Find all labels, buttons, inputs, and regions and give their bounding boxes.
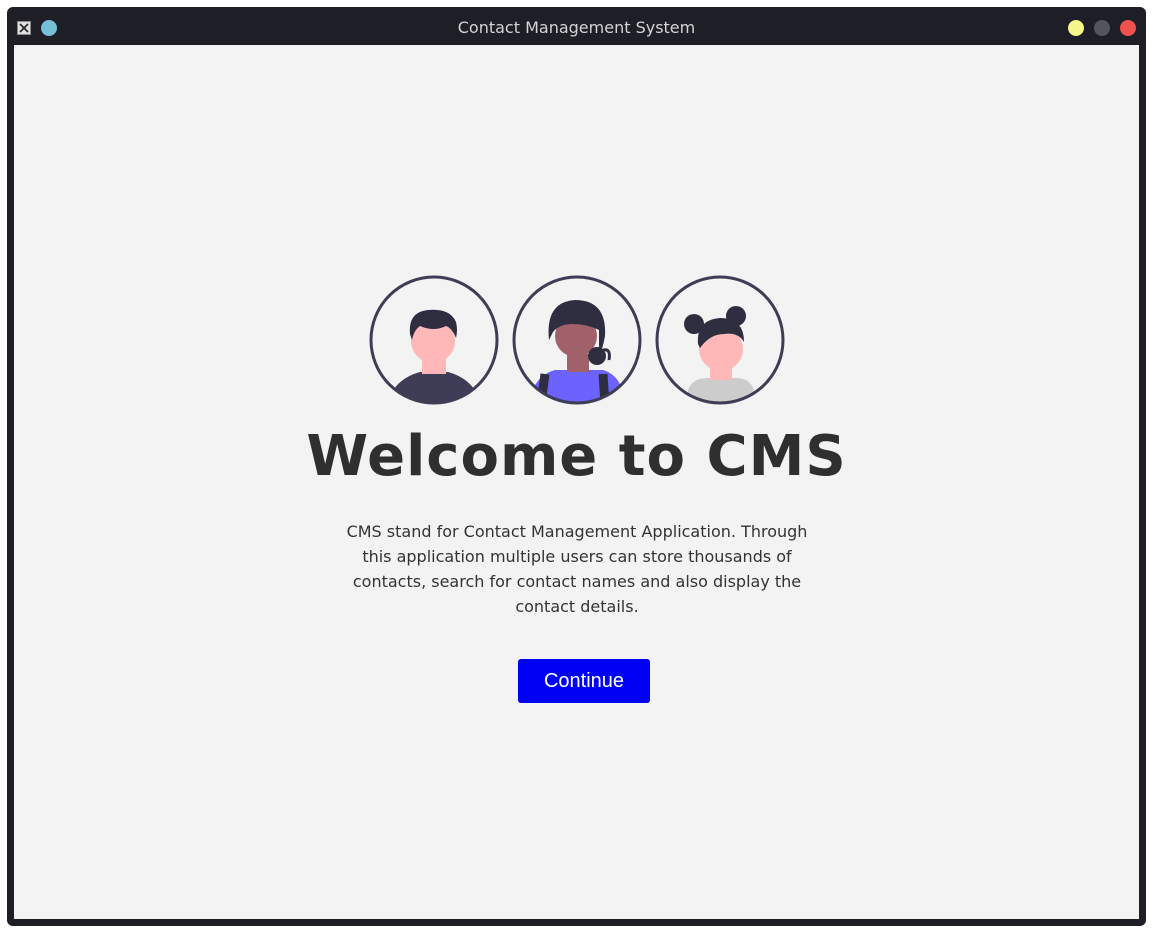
girl-avatar: [655, 275, 785, 405]
welcome-heading: Welcome to CMS: [306, 424, 847, 489]
man-avatar: [369, 275, 499, 405]
title-bar[interactable]: Contact Management System: [7, 7, 1146, 45]
window-title: Contact Management System: [457, 18, 696, 37]
close-button[interactable]: [1120, 20, 1136, 36]
app-window: Contact Management System Welcome to CMS…: [7, 7, 1146, 926]
minimize-button[interactable]: [1068, 20, 1084, 36]
continue-button[interactable]: Continue: [518, 659, 650, 703]
welcome-description: CMS stand for Contact Management Applica…: [346, 522, 808, 616]
maximize-button[interactable]: [1094, 20, 1110, 36]
woman-avatar: [512, 275, 642, 405]
avatar-group: [368, 274, 792, 408]
welcome-screen: Welcome to CMS CMS stand for Contact Man…: [14, 45, 1139, 919]
